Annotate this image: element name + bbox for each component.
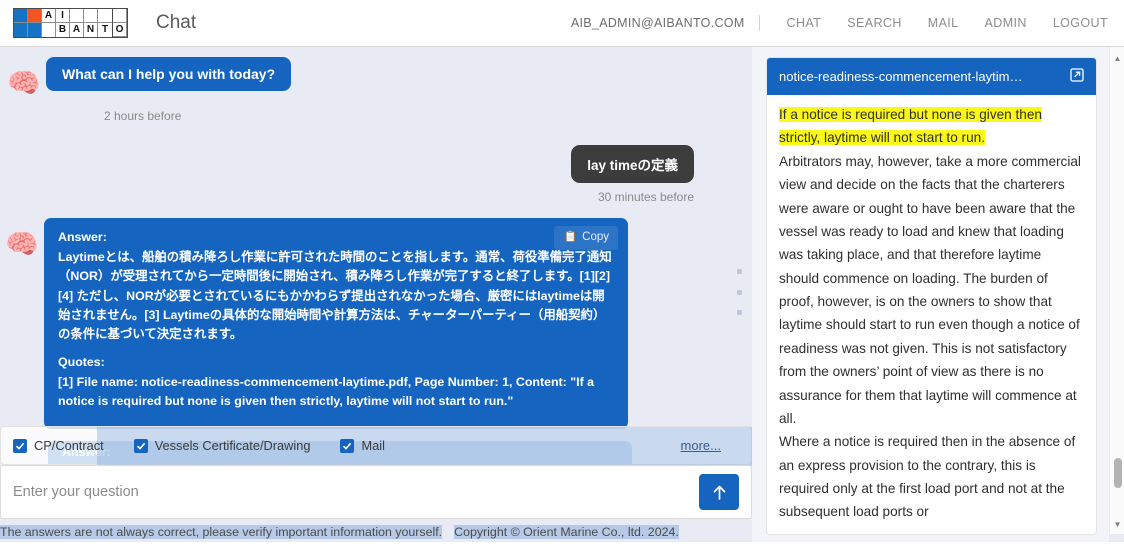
footer: The answers are not always correct, plea… [0,522,752,542]
document-header[interactable]: notice-readiness-commencement-laytim… [767,58,1096,95]
resize-dot [736,289,742,295]
brain-icon: 🧠 [7,67,41,98]
logo-cell [84,9,98,23]
logo-cell-a2: A [70,23,84,37]
user-email-label: AIB_ADMIN@AIBANTO.COM [570,16,745,30]
resize-dot [736,269,742,274]
filter-vessels-certificate[interactable]: Vessels Certificate/Drawing [133,438,311,453]
filter-label: Vessels Certificate/Drawing [154,438,311,453]
logo-cell [14,9,28,23]
scroll-up-arrow-icon[interactable]: ▲ [1110,50,1124,66]
logo-cell [70,9,84,23]
message-bot-answer: 🧠 📋 Copy Answer: Laytimeとは、船舶の積み降ろし作業に許可… [0,218,752,429]
logo-grid: A I B A N T [13,8,113,38]
app-header: A I B A N T O Chat AIB_ADMIN@AIBANTO.COM [0,0,1124,47]
highlighted-quote: If a notice is required but none is give… [779,107,1042,146]
checkbox-checked-icon[interactable] [133,438,148,453]
nav-item-chat[interactable]: CHAT [774,16,835,30]
copy-button-label: Copy [582,231,609,243]
logo-cell [14,23,28,37]
send-button[interactable] [699,474,739,510]
checkbox-checked-icon[interactable] [13,438,27,453]
message-bot-greeting: 🧠 What can I help you with today? [0,57,752,103]
logo-cell-b: B [56,23,70,37]
footer-disclaimer: The answers are not always correct, plea… [0,525,443,539]
scrollbar-thumb[interactable] [1114,458,1122,488]
brain-icon: 🧠 [5,228,39,259]
logo-cell-n: N [84,23,98,37]
document-paragraph-2: Where a notice is required then in the a… [779,434,1076,520]
logo-cell [28,9,42,23]
answer-card: 📋 Copy Answer: Laytimeとは、船舶の積み降ろし作業に許可され… [44,218,628,429]
scroll-down-arrow-icon[interactable]: ▼ [1110,516,1124,532]
resize-dot [736,310,742,315]
external-link-icon[interactable] [1070,68,1084,85]
user-message-bubble: lay timeの定義 [571,145,694,183]
logo-cell-o: O [113,23,127,37]
bot-message-bubble: What can I help you with today? [46,57,292,91]
user-message-timestamp: 30 minutes before [597,190,694,204]
quotes-label: Quotes: [58,355,105,370]
nav-item-logout[interactable]: LOGOUT [1040,16,1110,30]
source-filter-bar: CP/Contract Vessels Certificate/Drawing … [0,426,752,466]
nav-item-admin[interactable]: ADMIN [972,16,1040,30]
document-highlight-paragraph: If a notice is required but none is give… [779,103,1084,150]
document-card: notice-readiness-commencement-laytim… If… [766,57,1097,535]
copy-button[interactable]: 📋 Copy [554,226,618,250]
document-body[interactable]: If a notice is required but none is give… [767,95,1096,524]
answer-label: Answer: [58,230,107,244]
greeting-timestamp: 2 hours before [104,109,182,123]
pane-resize-handle[interactable] [734,269,744,315]
chat-pane: 🧠 What can I help you with today? 2 hour… [0,47,752,546]
message-user: lay timeの定義 30 minutes before [0,145,752,204]
clipboard-icon: 📋 [563,231,578,244]
more-filters-link[interactable]: more... [681,438,721,453]
nav-item-mail[interactable]: MAIL [915,16,972,30]
question-input-bar [0,465,752,519]
document-title: notice-readiness-commencement-laytim… [779,69,1023,84]
quote-item-1: [1] File name: notice-readiness-commence… [58,374,595,408]
chat-application: A I B A N T O Chat AIB_ADMIN@AIBANTO.COM [0,0,1124,546]
bot-message-column: What can I help you with today? [46,57,292,91]
app-logo[interactable]: A I B A N T O [13,8,128,38]
logo-cell [98,9,112,23]
window-bottom-edge [0,542,1124,546]
logo-cell-a: A [42,9,56,23]
logo-grid-overflow: O [113,8,128,38]
logo-cell [42,23,56,37]
filter-cp-contract[interactable]: CP/Contract [13,438,104,453]
header-nav: AIB_ADMIN@AIBANTO.COM CHAT SEARCH MAIL A… [571,15,1110,31]
filter-label: CP/Contract [34,438,104,453]
filter-mail[interactable]: Mail [340,438,385,453]
footer-copyright: Copyright © Orient Marine Co., ltd. 2024… [454,525,679,539]
filter-label: Mail [361,438,385,453]
page-title: Chat [156,12,197,33]
document-scrollbar[interactable]: ▲ ▼ [1109,47,1124,546]
document-pane: notice-readiness-commencement-laytim… If… [752,47,1124,546]
nav-item-search[interactable]: SEARCH [834,16,915,30]
document-paragraph-1: Arbitrators may, however, take a more co… [779,153,1081,426]
logo-cell [113,9,127,23]
logo-cell [28,23,42,37]
header-divider [758,15,760,31]
logo-cell-i: I [56,9,70,23]
question-input[interactable] [13,484,699,500]
body-area: 🧠 What can I help you with today? 2 hour… [0,47,1124,546]
logo-cell-t: T [101,24,109,35]
checkbox-checked-icon[interactable] [340,438,355,453]
answer-body: Laytimeとは、船舶の積み降ろし作業に許可された時間のことを指します。通常、… [58,250,612,342]
arrow-up-icon [713,485,725,500]
